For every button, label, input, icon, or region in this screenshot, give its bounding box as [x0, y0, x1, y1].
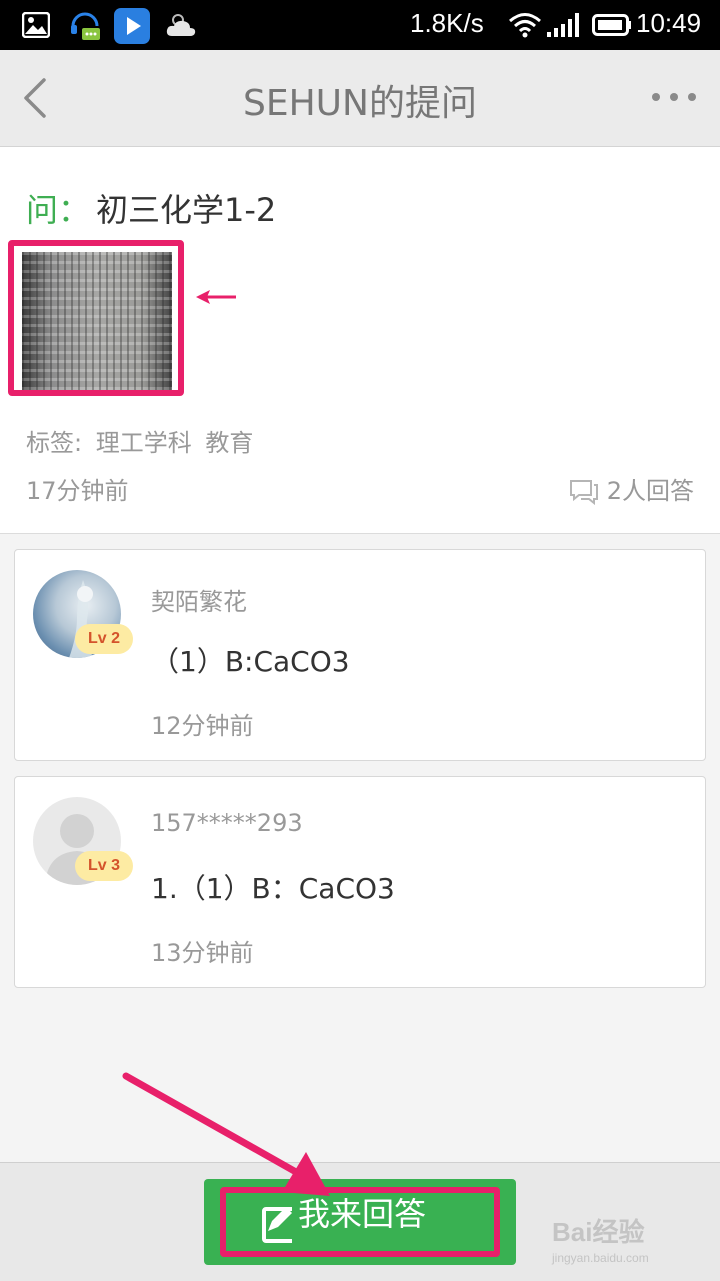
tag-item[interactable]: 理工学科: [96, 429, 192, 457]
question-image-highlight: [8, 240, 184, 396]
watermark-brand: Bai经验: [552, 1217, 645, 1247]
annotation-arrow-large: [122, 1072, 330, 1196]
wifi-icon: [509, 13, 541, 38]
question-tags: 标签: 理工学科 教育: [26, 423, 259, 458]
question-prefix: 问：: [26, 191, 91, 229]
level-badge: Lv 3: [75, 851, 133, 881]
question-time: 17分钟前: [26, 477, 129, 505]
tags-label: 标签:: [26, 429, 83, 457]
answers-count[interactable]: 2人回答: [569, 471, 694, 506]
answerer-name[interactable]: 157*****293: [151, 809, 303, 837]
annotation-arrow-small: [196, 290, 236, 304]
question-image-thumbnail[interactable]: [22, 252, 172, 390]
nav-bar: SEHUN的提问: [0, 50, 720, 147]
chat-headset-icon: [71, 12, 100, 40]
answers-count-label: 2人回答: [606, 477, 694, 505]
tag-item[interactable]: 教育: [205, 429, 253, 457]
battery-icon: [592, 14, 631, 36]
baidu-watermark: Bai经验 jingyan.baidu.com: [552, 1212, 649, 1265]
answer-card[interactable]: Lv 3 157*****293 1.（1）B：CaCO3 13分钟前: [14, 776, 706, 988]
clock: 10:49: [636, 8, 702, 38]
answer-time: 13分钟前: [151, 939, 254, 967]
weather-cloud-icon: [166, 14, 196, 36]
signal-icon: [547, 13, 579, 37]
more-dots-icon[interactable]: [650, 90, 698, 104]
watermark-url: jingyan.baidu.com: [552, 1251, 649, 1265]
level-badge: Lv 2: [75, 624, 133, 654]
question-title: 初三化学1-2: [96, 191, 277, 229]
status-bar: 1.8K/s 10:49: [0, 0, 720, 50]
question-title-line: 问： 初三化学1-2: [26, 185, 276, 231]
answer-time: 12分钟前: [151, 712, 254, 740]
answer-text: 1.（1）B：CaCO3: [151, 872, 395, 905]
answer-card[interactable]: Lv 2 契陌繁花 （1）B:CaCO3 12分钟前: [14, 549, 706, 761]
comment-icon: [569, 480, 598, 506]
net-speed: 1.8K/s: [410, 8, 484, 38]
play-store-icon: [114, 8, 150, 44]
gallery-icon: [22, 12, 50, 38]
question-card: 问： 初三化学1-2 标签: 理工学科 教育 17分钟前 2人回答: [0, 147, 720, 534]
answer-text: （1）B:CaCO3: [151, 645, 350, 678]
page-title: SEHUN的提问: [243, 83, 477, 124]
answerer-name[interactable]: 契陌繁花: [151, 582, 247, 617]
